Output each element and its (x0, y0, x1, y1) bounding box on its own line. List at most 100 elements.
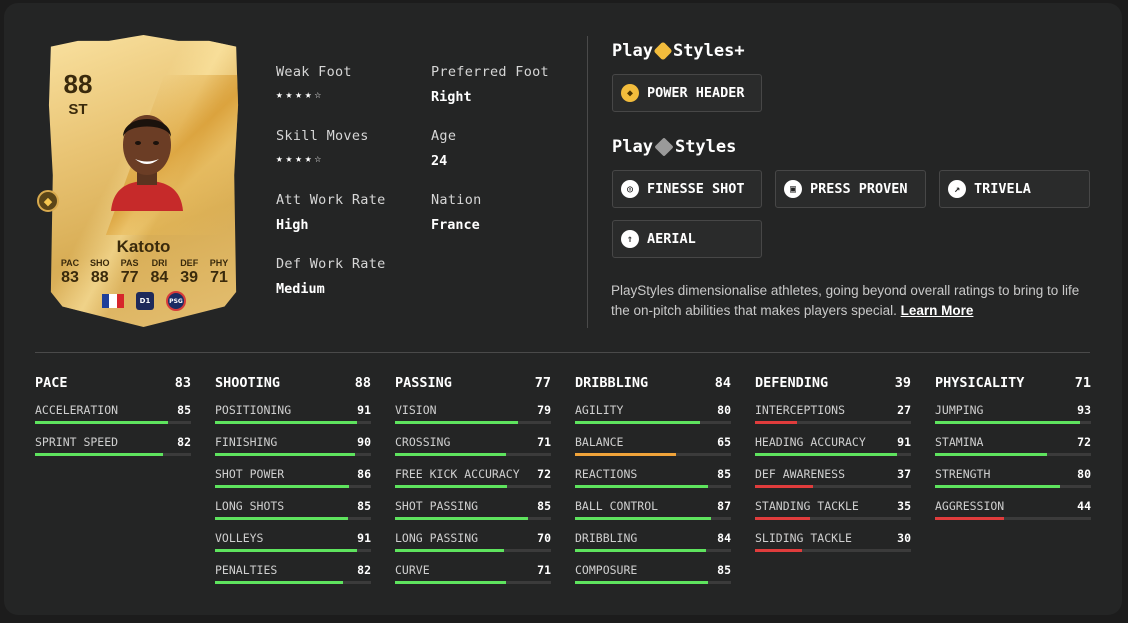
attribute-value: 44 (1077, 499, 1091, 513)
attribute-row: HEADING ACCURACY 91 (755, 425, 911, 457)
card-player-name: Katoto (116, 237, 171, 256)
learn-more-link[interactable]: Learn More (901, 303, 974, 318)
attribute-value: 71 (537, 563, 551, 577)
attribute-bar-track (395, 453, 551, 456)
playstyle-label: AERIAL (647, 231, 696, 247)
attribute-row: POSITIONING 91 (215, 393, 371, 425)
preferred-foot-value: Right (431, 89, 472, 105)
attribute-label: LONG SHOTS (215, 499, 285, 513)
card-stat: DRI 84 (146, 258, 172, 287)
attribute-row: SLIDING TACKLE 30 (755, 521, 911, 553)
attribute-value: 72 (1077, 435, 1091, 449)
attribute-group-name: SHOOTING (215, 375, 281, 391)
attribute-group-header: DEFENDING 39 (755, 375, 911, 393)
card-rating: 88 (63, 69, 93, 99)
attribute-value: 91 (357, 403, 371, 417)
attribute-bar-fill (575, 517, 711, 520)
attribute-bar-track (755, 485, 911, 488)
gold-gem-icon (653, 41, 673, 61)
card-stat: PAS 77 (117, 258, 143, 287)
attribute-value: 71 (537, 435, 551, 449)
attribute-row: SHOT POWER 86 (215, 457, 371, 489)
attribute-bar-fill (575, 549, 707, 552)
attribute-group: PHYSICALITY 71 JUMPING 93 STAMINA 72 STRENGTH 8… (935, 375, 1091, 521)
card-stat-label: SHO (90, 258, 110, 268)
attribute-bar-fill (575, 453, 677, 456)
card-stat-label: DRI (151, 258, 168, 268)
playstyle-finesse-shot[interactable]: ◎ FINESSE SHOT (612, 170, 762, 208)
card-badges: D1 PSG (102, 291, 186, 311)
card-stat: PHY 71 (206, 258, 232, 287)
attribute-bar-track (935, 485, 1091, 488)
card-stat-label: PHY (209, 258, 229, 268)
card-stat: DEF 39 (176, 258, 202, 287)
attribute-row: STAMINA 72 (935, 425, 1091, 457)
attribute-row: AGILITY 80 (575, 393, 731, 425)
attribute-bar-fill (395, 549, 505, 552)
playstyle-label: PRESS PROVEN (810, 181, 908, 197)
card-position: ST (68, 101, 88, 118)
attribute-group-name: DEFENDING (755, 375, 829, 391)
attribute-bar-fill (395, 421, 519, 424)
attribute-row: SPRINT SPEED 82 (35, 425, 191, 457)
attribute-label: POSITIONING (215, 403, 292, 417)
attribute-bar-track (935, 421, 1091, 424)
attribute-bar-fill (395, 581, 506, 584)
card-stat-value: 77 (120, 269, 139, 286)
card-stat-value: 84 (150, 269, 169, 286)
playstyle-trivela[interactable]: ↗ TRIVELA (939, 170, 1090, 208)
attribute-label: VISION (395, 403, 437, 417)
attribute-group-value: 71 (1074, 375, 1091, 391)
attribute-label: FINISHING (215, 435, 278, 449)
playstyle-aerial[interactable]: ⇑ AERIAL (612, 220, 762, 258)
vertical-divider (587, 36, 588, 328)
nation: Nation France (431, 192, 482, 233)
attribute-bar-track (575, 549, 731, 552)
card-stats: PAC 83 SHO 88 PAS 77 DRI 84 DEF 39 PHY 71 (57, 258, 232, 287)
card-stat-label: PAC (60, 258, 80, 268)
attribute-label: SPRINT SPEED (35, 435, 119, 449)
card-stat-value: 88 (90, 269, 109, 286)
attribute-group-name: PASSING (395, 375, 452, 391)
attribute-row: CROSSING 71 (395, 425, 551, 457)
card-stat-value: 83 (61, 269, 79, 286)
card-stat: SHO 88 (87, 258, 113, 287)
attribute-row: COMPOSURE 85 (575, 553, 731, 585)
skill-moves: Skill Moves ★★★★☆ (276, 128, 369, 165)
attribute-row: CURVE 71 (395, 553, 551, 585)
attribute-bar-fill (215, 549, 357, 552)
attribute-value: 79 (537, 403, 551, 417)
attribute-bar-fill (395, 453, 506, 456)
attribute-group: PASSING 77 VISION 79 CROSSING 71 FREE KICK ACC… (395, 375, 551, 585)
weak-foot-stars: ★★★★☆ (276, 88, 325, 101)
attribute-row: SHOT PASSING 85 (395, 489, 551, 521)
attribute-bar-track (395, 581, 551, 584)
attribute-bar-track (215, 453, 371, 456)
attribute-label: COMPOSURE (575, 563, 638, 577)
attribute-row: REACTIONS 85 (575, 457, 731, 489)
preferred-foot-label: Preferred Foot (431, 64, 549, 80)
attribute-label: BALANCE (575, 435, 624, 449)
attribute-bar-track (755, 453, 911, 456)
attribute-bar-fill (395, 485, 508, 488)
playstyle-label: FINESSE SHOT (647, 181, 745, 197)
attribute-bar-fill (935, 453, 1048, 456)
attribute-bar-fill (755, 421, 798, 424)
attribute-bar-fill (395, 517, 528, 520)
attribute-row: STRENGTH 80 (935, 457, 1091, 489)
attribute-bar-track (215, 517, 371, 520)
attribute-label: JUMPING (935, 403, 984, 417)
playstyle-press-proven[interactable]: ▣ PRESS PROVEN (775, 170, 926, 208)
attribute-row: LONG PASSING 70 (395, 521, 551, 553)
attribute-value: 87 (717, 499, 731, 513)
attribute-group-value: 88 (354, 375, 371, 391)
preferred-foot: Preferred Foot Right (431, 64, 549, 105)
attribute-label: ACCELERATION (35, 403, 119, 417)
attribute-value: 82 (177, 435, 191, 449)
playstyle-plus-power-header[interactable]: ◆ POWER HEADER (612, 74, 762, 112)
attribute-bar-track (575, 581, 731, 584)
attribute-group-value: 84 (714, 375, 731, 391)
silver-gem-icon (654, 137, 674, 157)
attribute-row: PENALTIES 82 (215, 553, 371, 585)
attribute-group: SHOOTING 88 POSITIONING 91 FINISHING 90 SHOT P… (215, 375, 371, 585)
